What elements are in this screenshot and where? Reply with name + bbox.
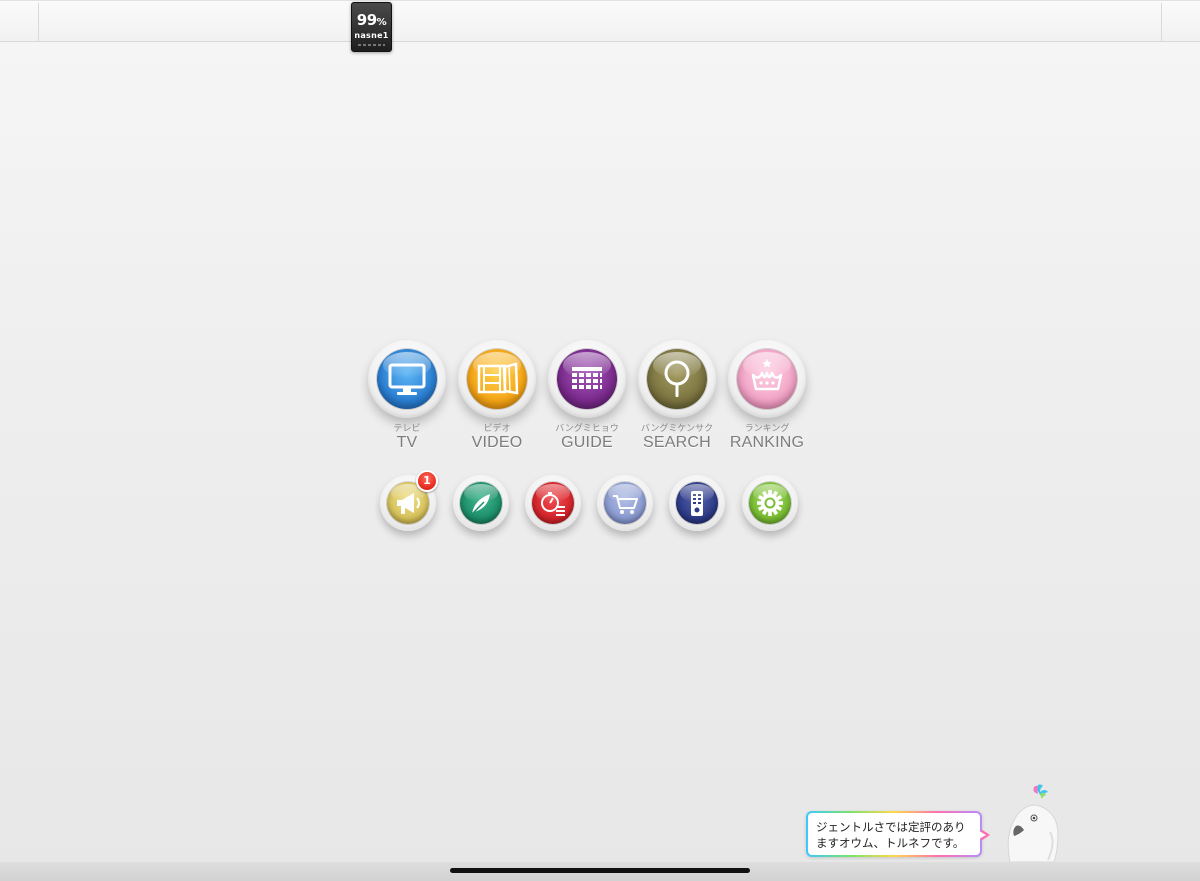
home-indicator-bar bbox=[0, 862, 1200, 881]
video-button[interactable] bbox=[458, 340, 536, 418]
ranking-button-core bbox=[737, 349, 797, 409]
guide-button-core bbox=[557, 349, 617, 409]
top-bar-divider-left bbox=[38, 3, 39, 41]
ranking-button[interactable] bbox=[728, 340, 806, 418]
timer-button-core bbox=[532, 482, 574, 524]
cart-button-core bbox=[604, 482, 646, 524]
search-button[interactable] bbox=[638, 340, 716, 418]
mascot-message-line2: ますオウム、トルネフです。 bbox=[816, 836, 965, 850]
settings-button-core bbox=[749, 482, 791, 524]
timer-list-icon bbox=[541, 492, 565, 516]
tv-button[interactable] bbox=[368, 340, 446, 418]
guide-button[interactable] bbox=[548, 340, 626, 418]
ranking-title: RANKING bbox=[729, 434, 805, 451]
device-status-tab[interactable]: 99% nasne1 bbox=[351, 2, 392, 52]
remote-button-core bbox=[676, 482, 718, 524]
cart-icon bbox=[613, 495, 638, 514]
top-bar-divider-right bbox=[1161, 3, 1162, 41]
device-name: nasne1 bbox=[354, 31, 389, 40]
settings-button[interactable] bbox=[742, 475, 798, 531]
tv-icon bbox=[388, 363, 426, 395]
speech-bubble-tail bbox=[979, 829, 990, 841]
home-indicator[interactable] bbox=[450, 868, 750, 873]
device-indicator-dots bbox=[358, 44, 385, 46]
device-capacity: 99% bbox=[356, 11, 387, 29]
timer-button[interactable] bbox=[525, 475, 581, 531]
video-button-core bbox=[467, 349, 527, 409]
remote-icon bbox=[691, 491, 703, 516]
parrot-mascot-icon[interactable] bbox=[996, 782, 1076, 864]
mascot-message-line1: ジェントルさでは定評のあり bbox=[816, 820, 966, 834]
remote-button[interactable] bbox=[669, 475, 725, 531]
feather-icon bbox=[470, 494, 490, 516]
ranking-label: ランキング RANKING bbox=[707, 424, 827, 452]
gear-icon bbox=[757, 490, 783, 516]
magnifier-icon bbox=[664, 360, 690, 397]
film-icon bbox=[477, 362, 519, 395]
tv-button-core bbox=[377, 349, 437, 409]
crown-icon bbox=[751, 359, 783, 391]
feather-button-core bbox=[460, 482, 502, 524]
top-bar bbox=[0, 0, 1200, 42]
grid-icon bbox=[572, 367, 602, 389]
mascot-speech-bubble[interactable]: ジェントルさでは定評のあり ますオウム、トルネフです。 bbox=[806, 811, 990, 857]
feather-button[interactable] bbox=[453, 475, 509, 531]
search-button-core bbox=[647, 349, 707, 409]
notification-badge: 1 bbox=[416, 470, 438, 492]
ranking-kana: ランキング bbox=[744, 424, 790, 434]
cart-button[interactable] bbox=[597, 475, 653, 531]
